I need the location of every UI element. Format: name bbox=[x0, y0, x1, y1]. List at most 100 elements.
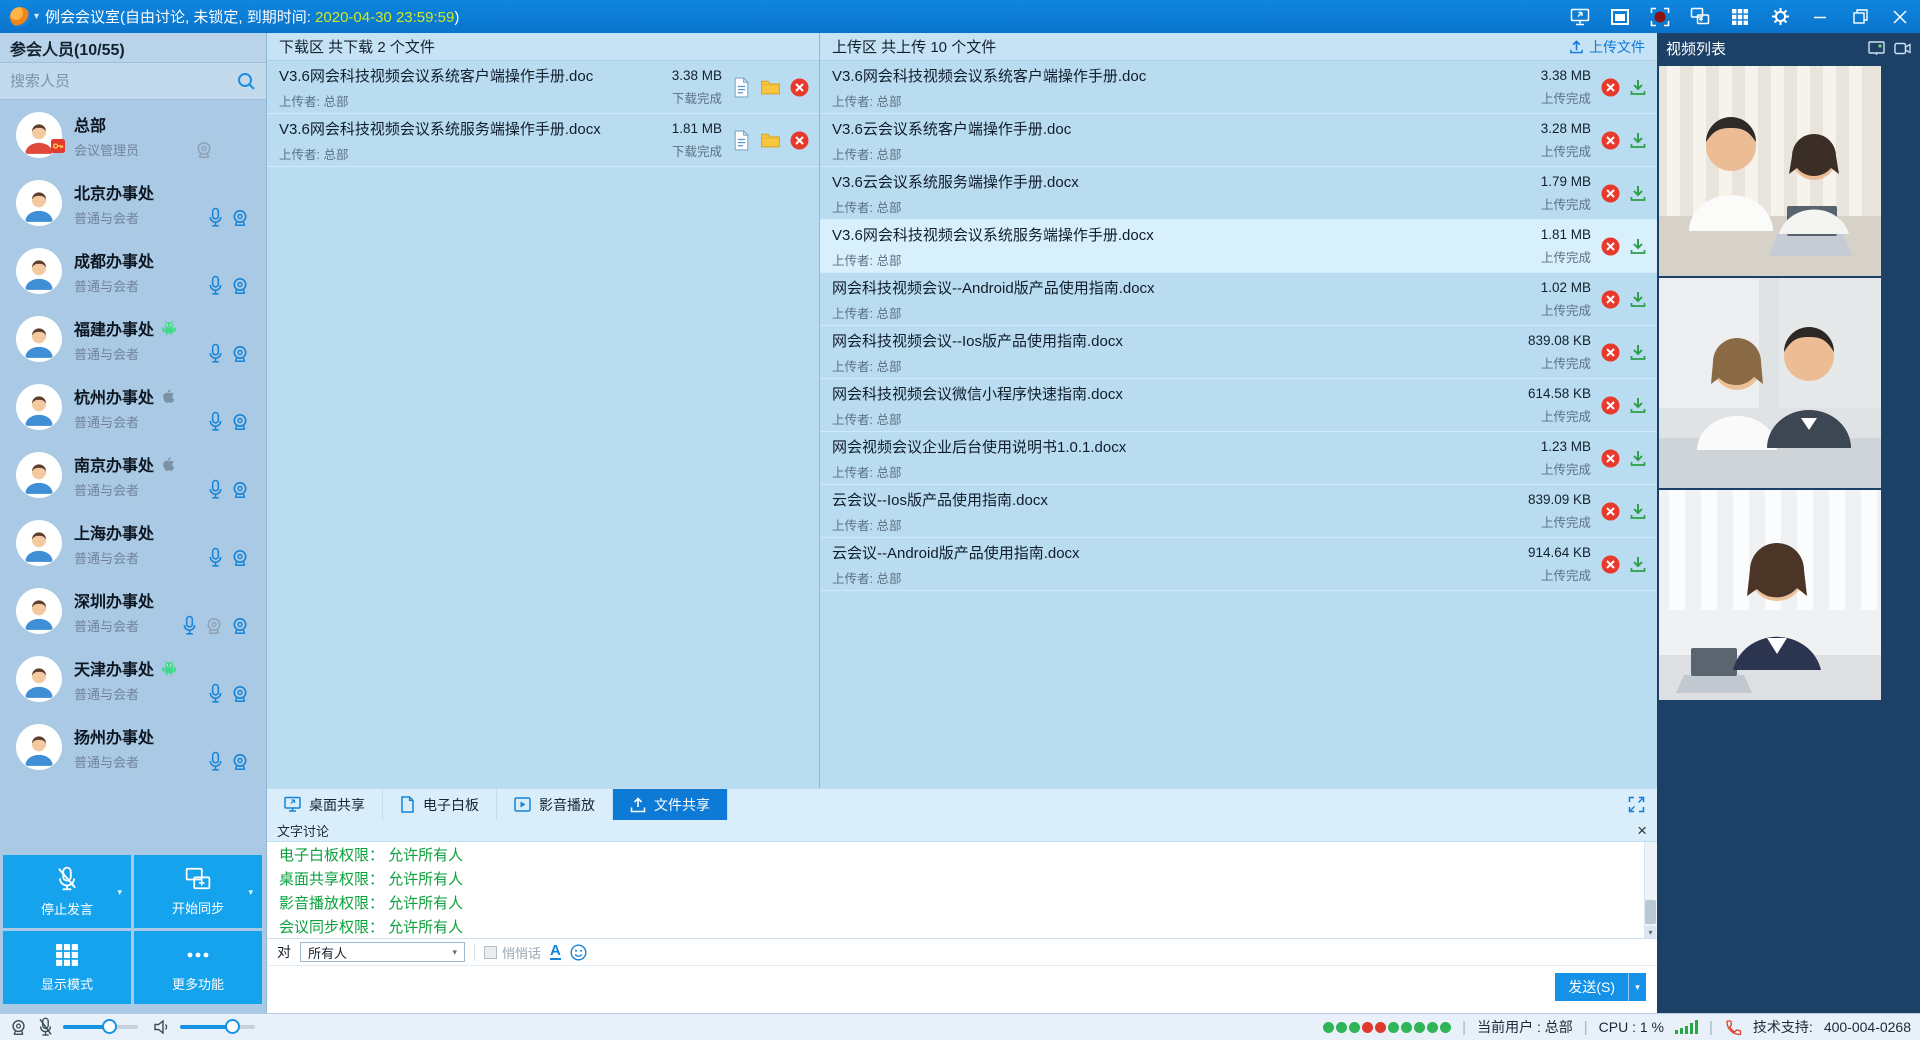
mic-icon[interactable] bbox=[207, 275, 224, 296]
close-icon[interactable] bbox=[1890, 7, 1910, 27]
whisper-checkbox[interactable] bbox=[484, 946, 497, 959]
chevron-down-icon[interactable]: ▾ bbox=[34, 11, 39, 22]
camera-icon[interactable] bbox=[230, 548, 250, 568]
dropdown-arrow-icon[interactable]: ▾ bbox=[117, 887, 122, 898]
tab-media-play[interactable]: 影音播放 bbox=[497, 789, 613, 820]
tab-whiteboard[interactable]: 电子白板 bbox=[383, 789, 497, 820]
delete-file-icon[interactable] bbox=[1601, 555, 1620, 574]
mic-icon[interactable] bbox=[207, 751, 224, 772]
delete-file-icon[interactable] bbox=[1601, 78, 1620, 97]
video-camera-icon[interactable] bbox=[1894, 42, 1911, 55]
participant-row[interactable]: 天津办事处 普通与会者 bbox=[0, 645, 266, 713]
open-file-icon[interactable] bbox=[732, 130, 751, 151]
stop-speaking-button[interactable]: 停止发言 ▾ bbox=[3, 855, 131, 928]
chat-messages[interactable]: 电子白板权限： 允许所有人 桌面共享权限： 允许所有人 影音播放权限： 允许所有… bbox=[267, 842, 1657, 939]
camera-icon[interactable] bbox=[230, 684, 250, 704]
open-file-icon[interactable] bbox=[732, 77, 751, 98]
delete-file-icon[interactable] bbox=[1601, 502, 1620, 521]
download-file-icon[interactable] bbox=[1629, 78, 1647, 96]
mic-icon[interactable] bbox=[207, 411, 224, 432]
recipient-select[interactable]: 所有人 ▾ bbox=[300, 942, 465, 962]
screen-share-icon[interactable] bbox=[1570, 7, 1590, 27]
upload-file-row[interactable]: V3.6云会议系统客户端操作手册.doc上传者: 总部 3.28 MB上传完成 bbox=[820, 114, 1657, 167]
webcam-status-icon[interactable] bbox=[9, 1018, 28, 1037]
display-mode-button[interactable]: 显示模式 bbox=[3, 931, 131, 1004]
send-button[interactable]: 发送(S) ▾ bbox=[1555, 973, 1646, 1001]
send-options-arrow[interactable]: ▾ bbox=[1628, 973, 1646, 1001]
chat-scrollbar[interactable]: ▾ bbox=[1644, 842, 1657, 938]
delete-file-icon[interactable] bbox=[1601, 237, 1620, 256]
scroll-down-icon[interactable]: ▾ bbox=[1645, 926, 1656, 938]
participant-row[interactable]: 扬州办事处 普通与会者 bbox=[0, 713, 266, 781]
chat-close-icon[interactable]: × bbox=[1637, 822, 1647, 839]
window-mode-icon[interactable] bbox=[1610, 7, 1630, 27]
mic-icon[interactable] bbox=[207, 343, 224, 364]
download-file-icon[interactable] bbox=[1629, 237, 1647, 255]
camera-icon[interactable] bbox=[230, 208, 250, 228]
download-file-icon[interactable] bbox=[1629, 449, 1647, 467]
record-icon[interactable] bbox=[1650, 7, 1670, 27]
upload-file-row[interactable]: 网会科技视频会议--Android版产品使用指南.docx上传者: 总部 1.0… bbox=[820, 273, 1657, 326]
font-settings-icon[interactable]: A bbox=[550, 944, 561, 960]
mic-icon[interactable] bbox=[207, 479, 224, 500]
download-file-icon[interactable] bbox=[1629, 396, 1647, 414]
participant-row[interactable]: 成都办事处 普通与会者 bbox=[0, 237, 266, 305]
delete-file-icon[interactable] bbox=[1601, 131, 1620, 150]
delete-file-icon[interactable] bbox=[1601, 290, 1620, 309]
camera-off-icon[interactable] bbox=[194, 140, 214, 160]
mic-icon[interactable] bbox=[207, 547, 224, 568]
speaker-icon[interactable] bbox=[153, 1018, 171, 1036]
download-file-icon[interactable] bbox=[1629, 343, 1647, 361]
tab-file-share[interactable]: 文件共享 bbox=[613, 789, 728, 820]
camera-icon[interactable] bbox=[230, 480, 250, 500]
mic-muted-status-icon[interactable] bbox=[37, 1017, 54, 1037]
participant-row[interactable]: 福建办事处 普通与会者 bbox=[0, 305, 266, 373]
camera-icon[interactable] bbox=[230, 344, 250, 364]
search-icon[interactable] bbox=[236, 71, 256, 91]
settings-gear-icon[interactable] bbox=[1770, 7, 1790, 27]
video-layout-icon[interactable] bbox=[1868, 41, 1885, 56]
upload-file-row[interactable]: V3.6网会科技视频会议系统客户端操作手册.doc上传者: 总部 3.38 MB… bbox=[820, 61, 1657, 114]
download-file-icon[interactable] bbox=[1629, 131, 1647, 149]
fullscreen-expand-icon[interactable] bbox=[1628, 796, 1645, 813]
download-file-icon[interactable] bbox=[1629, 555, 1647, 573]
upload-file-row[interactable]: 云会议--Ios版产品使用指南.docx上传者: 总部 839.09 KB上传完… bbox=[820, 485, 1657, 538]
upload-file-row[interactable]: 云会议--Android版产品使用指南.docx上传者: 总部 914.64 K… bbox=[820, 538, 1657, 591]
participant-row[interactable]: 南京办事处 普通与会者 bbox=[0, 441, 266, 509]
more-functions-button[interactable]: 更多功能 bbox=[134, 931, 262, 1004]
video-thumbnail[interactable] bbox=[1659, 66, 1881, 276]
delete-file-icon[interactable] bbox=[1601, 184, 1620, 203]
download-file-row[interactable]: V3.6网会科技视频会议系统客户端操作手册.doc 上传者: 总部 3.38 M… bbox=[267, 61, 819, 114]
delete-file-icon[interactable] bbox=[790, 78, 809, 97]
upload-file-row[interactable]: 网会视频会议企业后台使用说明书1.0.1.docx上传者: 总部 1.23 MB… bbox=[820, 432, 1657, 485]
maximize-icon[interactable] bbox=[1850, 7, 1870, 27]
upload-file-row-selected[interactable]: V3.6网会科技视频会议系统服务端操作手册.docx上传者: 总部 1.81 M… bbox=[820, 220, 1657, 273]
open-folder-icon[interactable] bbox=[760, 131, 781, 149]
participant-row[interactable]: 总部 会议管理员 bbox=[0, 101, 266, 169]
camera-off-icon[interactable] bbox=[204, 616, 224, 636]
search-input[interactable] bbox=[10, 73, 236, 90]
download-file-icon[interactable] bbox=[1629, 502, 1647, 520]
download-file-row[interactable]: V3.6网会科技视频会议系统服务端操作手册.docx 上传者: 总部 1.81 … bbox=[267, 114, 819, 167]
grid-icon[interactable] bbox=[1730, 7, 1750, 27]
sync-screens-icon[interactable] bbox=[1690, 7, 1710, 27]
dropdown-arrow-icon[interactable]: ▾ bbox=[248, 887, 253, 898]
emoji-icon[interactable] bbox=[570, 944, 587, 961]
upload-file-row[interactable]: 网会科技视频会议微信小程序快速指南.docx上传者: 总部 614.58 KB上… bbox=[820, 379, 1657, 432]
download-file-icon[interactable] bbox=[1629, 184, 1647, 202]
upload-file-row[interactable]: 网会科技视频会议--Ios版产品使用指南.docx上传者: 总部 839.08 … bbox=[820, 326, 1657, 379]
camera-icon[interactable] bbox=[230, 616, 250, 636]
participant-row[interactable]: 深圳办事处 普通与会者 bbox=[0, 577, 266, 645]
camera-icon[interactable] bbox=[230, 752, 250, 772]
scrollbar-thumb[interactable] bbox=[1645, 900, 1656, 924]
participant-row[interactable]: 上海办事处 普通与会者 bbox=[0, 509, 266, 577]
minimize-icon[interactable] bbox=[1810, 7, 1830, 27]
start-sync-button[interactable]: 开始同步 ▾ bbox=[134, 855, 262, 928]
upload-file-link[interactable]: 上传文件 bbox=[1569, 37, 1645, 57]
participant-search[interactable] bbox=[0, 63, 266, 100]
camera-icon[interactable] bbox=[230, 412, 250, 432]
open-folder-icon[interactable] bbox=[760, 78, 781, 96]
chat-input-area[interactable]: 发送(S) ▾ bbox=[267, 966, 1657, 1013]
whisper-option[interactable]: 悄悄话 bbox=[484, 943, 541, 962]
speaker-volume-slider[interactable] bbox=[180, 1025, 255, 1029]
